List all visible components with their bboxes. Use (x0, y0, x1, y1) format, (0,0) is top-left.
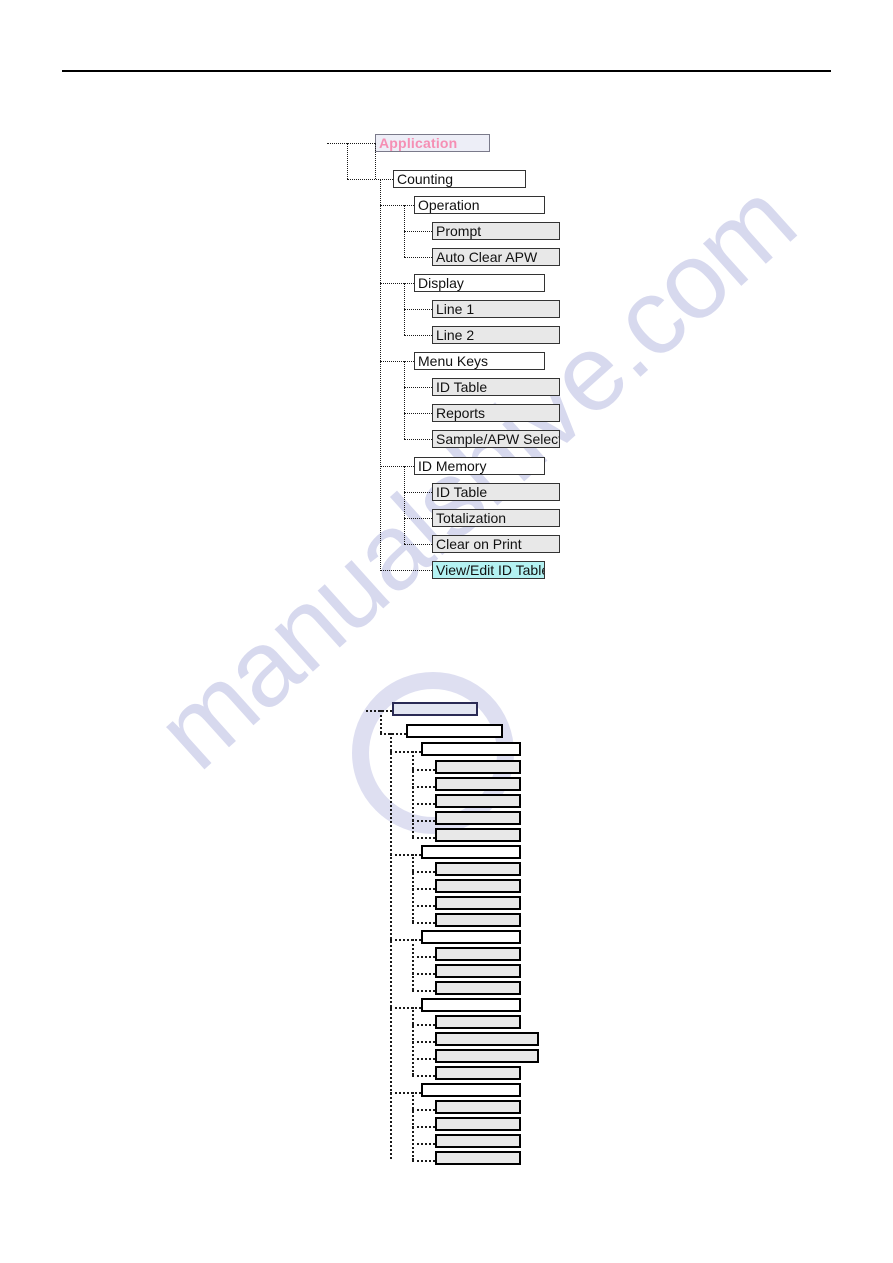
tree-node-b-g3-c3[interactable] (435, 981, 521, 995)
tree-node-b-g4[interactable] (421, 998, 521, 1012)
connector-line (390, 751, 421, 753)
connector-line (366, 710, 392, 712)
connector-line (412, 1160, 435, 1162)
tree-node-b-g4-c2[interactable] (435, 1032, 539, 1046)
connector-line (412, 1075, 435, 1077)
tree-node-b-g5-c4[interactable] (435, 1151, 521, 1165)
connector-line (412, 1109, 435, 1111)
connector-line (380, 710, 382, 733)
tree-node-b-root[interactable] (392, 702, 478, 716)
connector-line (412, 803, 435, 805)
blank-menu-tree-diagram (0, 0, 893, 1263)
connector-line (380, 733, 406, 735)
connector-line (412, 751, 414, 837)
tree-node-b-g4-c1[interactable] (435, 1015, 521, 1029)
tree-node-b-g3[interactable] (421, 930, 521, 944)
connector-line (412, 939, 414, 990)
tree-node-b-g2-c4[interactable] (435, 913, 521, 927)
connector-line (390, 854, 421, 856)
page-root: manualshive.com Application Counting Opera… (0, 0, 893, 1263)
connector-line (412, 1024, 435, 1026)
tree-node-b-g1-c1[interactable] (435, 760, 521, 774)
connector-line (412, 871, 435, 873)
tree-node-b-g5-c1[interactable] (435, 1100, 521, 1114)
connector-line (412, 888, 435, 890)
tree-node-b-g1-c5[interactable] (435, 828, 521, 842)
tree-node-b-g4-c4[interactable] (435, 1066, 521, 1080)
tree-node-b-g4-c3[interactable] (435, 1049, 539, 1063)
tree-node-b-g5-c3[interactable] (435, 1134, 521, 1148)
connector-line (412, 990, 435, 992)
tree-node-b-g1-c2[interactable] (435, 777, 521, 791)
connector-line (412, 1041, 435, 1043)
connector-line (412, 956, 435, 958)
connector-line (390, 939, 421, 941)
tree-node-b-n1[interactable] (406, 724, 503, 738)
connector-line (390, 1092, 421, 1094)
connector-line (412, 786, 435, 788)
connector-line (412, 973, 435, 975)
tree-node-b-g1[interactable] (421, 742, 521, 756)
connector-line (412, 837, 435, 839)
tree-node-b-g1-c3[interactable] (435, 794, 521, 808)
tree-node-b-g5-c2[interactable] (435, 1117, 521, 1131)
tree-node-b-g3-c1[interactable] (435, 947, 521, 961)
connector-line (412, 1058, 435, 1060)
connector-line (412, 1126, 435, 1128)
tree-node-b-g5[interactable] (421, 1083, 521, 1097)
tree-node-b-g3-c2[interactable] (435, 964, 521, 978)
tree-node-b-g2-c2[interactable] (435, 879, 521, 893)
connector-line (412, 1143, 435, 1145)
tree-node-b-g2-c1[interactable] (435, 862, 521, 876)
tree-node-b-g2[interactable] (421, 845, 521, 859)
connector-line (412, 922, 435, 924)
connector-line (390, 1007, 421, 1009)
tree-node-b-g2-c3[interactable] (435, 896, 521, 910)
connector-line (390, 733, 392, 1159)
tree-node-b-g1-c4[interactable] (435, 811, 521, 825)
connector-line (412, 769, 435, 771)
connector-line (412, 905, 435, 907)
connector-line (412, 820, 435, 822)
